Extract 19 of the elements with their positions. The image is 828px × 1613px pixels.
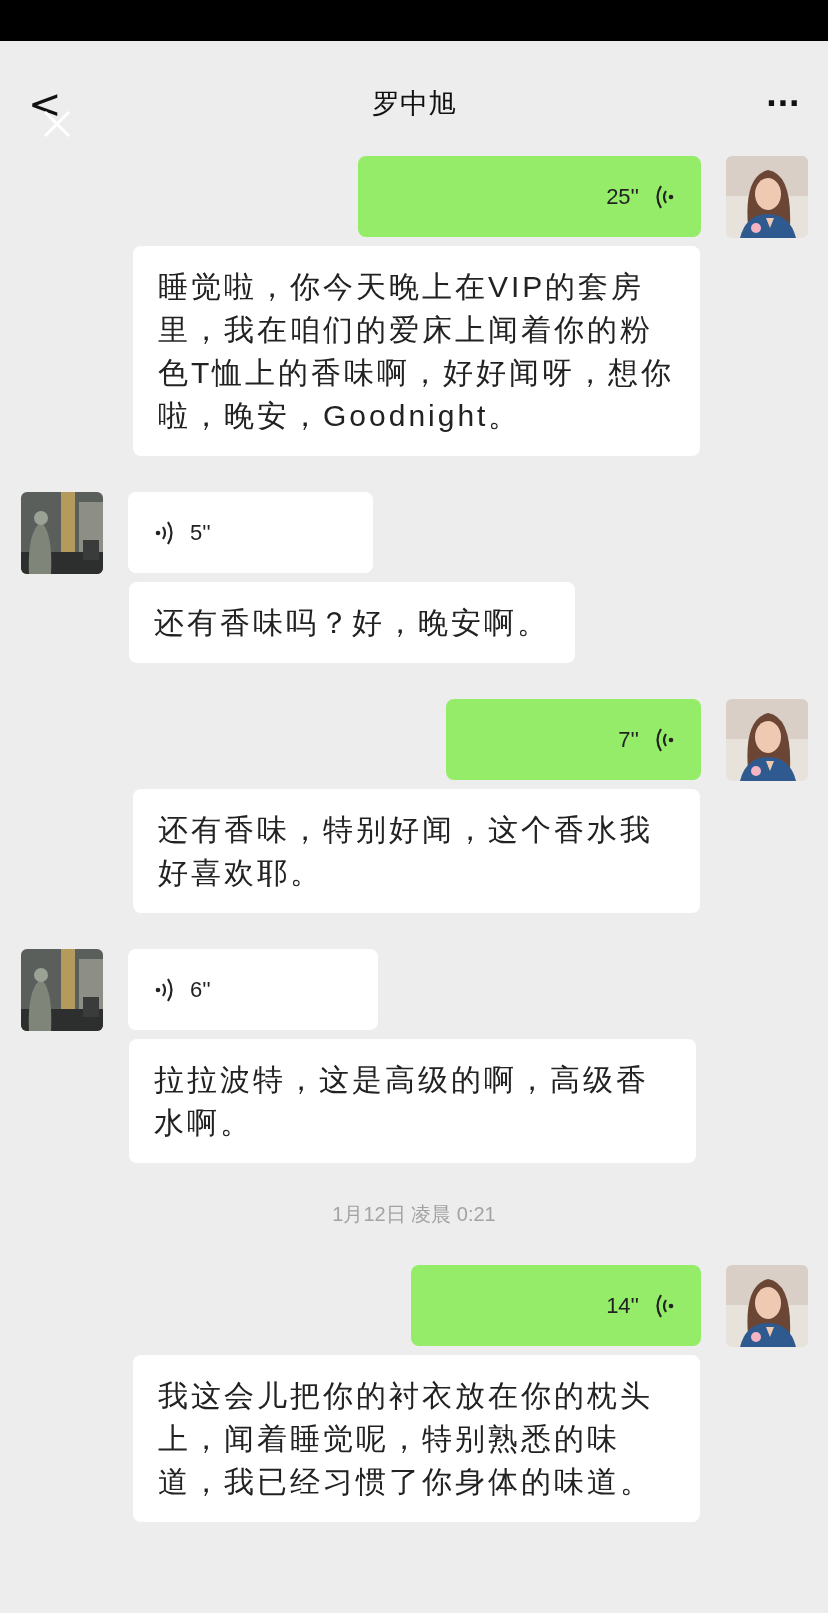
voice-message[interactable]: 14'' <box>411 1265 701 1346</box>
voice-wave-icon <box>154 976 176 1003</box>
voice-wave-icon <box>653 726 675 753</box>
voice-message[interactable]: 25'' <box>358 156 701 237</box>
voice-transcript: 我这会儿把你的衬衣放在你的枕头上，闻着睡觉呢，特别熟悉的味道，我已经习惯了你身体的味道。 <box>133 1355 700 1522</box>
voice-transcript: 还有香味吗？好，晚安啊。 <box>129 582 575 663</box>
voice-transcript: 睡觉啦，你今天晚上在VIP的套房里，我在咱们的爱床上闻着你的粉色T恤上的香味啊，好好闻呀，想你啦，晚安，Goodnight。 <box>133 246 700 456</box>
voice-wave-icon <box>653 1292 675 1319</box>
voice-message[interactable]: 5'' <box>128 492 373 573</box>
voice-wave-icon <box>154 519 176 546</box>
voice-transcript: 还有香味，特别好闻，这个香水我好喜欢耶。 <box>133 789 700 913</box>
voice-message[interactable]: 7'' <box>446 699 701 780</box>
more-button[interactable]: ··· <box>765 88 800 119</box>
chat-title: 罗中旭 <box>371 86 456 121</box>
voice-message[interactable]: 6'' <box>128 949 378 1030</box>
voice-wave-icon <box>653 183 675 210</box>
timestamp: 1月12日 凌晨 0:21 <box>332 1202 496 1227</box>
back-button[interactable]: < <box>28 83 62 124</box>
voice-transcript: 拉拉波特，这是高级的啊，高级香水啊。 <box>129 1039 696 1163</box>
